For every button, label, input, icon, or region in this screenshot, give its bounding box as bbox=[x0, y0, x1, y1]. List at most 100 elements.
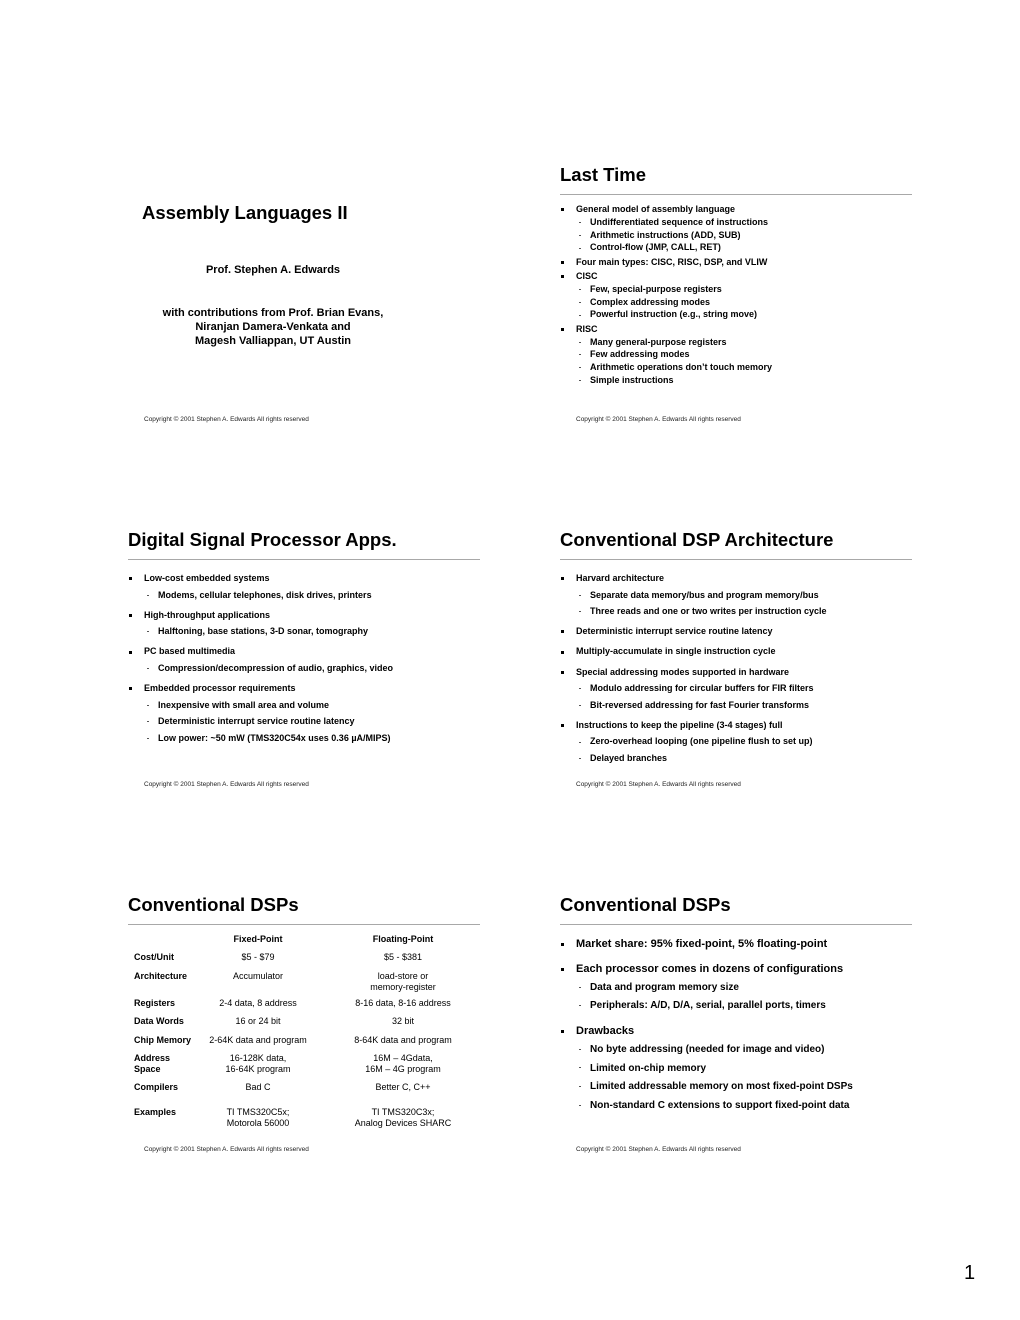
table-header: Fixed-Point bbox=[233, 934, 283, 944]
divider bbox=[128, 559, 480, 560]
dash-bullet-icon bbox=[579, 736, 581, 746]
table-cell: 2-64K data and program bbox=[209, 1035, 307, 1045]
bullet-text: Four main types: CISC, RISC, DSP, and VL… bbox=[576, 256, 768, 267]
table-cell: load-store or memory-register bbox=[370, 971, 436, 992]
sub-bullet-item: Separate data memory/bus and program mem… bbox=[579, 590, 819, 600]
table-cell: Better C, C++ bbox=[375, 1082, 431, 1092]
square-bullet-icon bbox=[561, 626, 564, 636]
bullet-text: Deterministic interrupt service routine … bbox=[576, 626, 773, 637]
row-label: Examples bbox=[134, 1107, 177, 1117]
square-bullet-icon bbox=[561, 271, 564, 281]
dash-bullet-icon bbox=[579, 1081, 581, 1092]
dash-bullet-icon bbox=[579, 700, 581, 710]
sub-bullet-text: Low power: ~50 mW (TMS320C54x uses 0.36 … bbox=[158, 732, 391, 743]
row-label: Registers bbox=[134, 998, 176, 1008]
table-cell: 32 bit bbox=[391, 1016, 415, 1026]
sub-bullet-text: Complex addressing modes bbox=[590, 296, 711, 307]
dash-bullet-icon bbox=[579, 1063, 581, 1074]
copyright: Copyright © 2001 Stephen A. Edwards All … bbox=[144, 781, 309, 788]
table-cell: Bad C bbox=[245, 1082, 271, 1092]
dash-bullet-icon bbox=[147, 626, 149, 636]
table-cell: 16-128K data, 16-64K program bbox=[225, 1053, 291, 1074]
sub-bullet-text: Modems, cellular telephones, disk drives… bbox=[158, 589, 372, 600]
dash-bullet-icon bbox=[579, 1044, 581, 1055]
bullet-item: Special addressing modes supported in ha… bbox=[561, 666, 790, 677]
slide-heading: Conventional DSPs bbox=[128, 894, 299, 915]
dash-bullet-icon bbox=[579, 337, 581, 347]
row-label: Architecture bbox=[134, 971, 188, 981]
table-cell: $5 - $79 bbox=[241, 952, 275, 962]
sub-bullet-item: Data and program memory size bbox=[579, 982, 739, 993]
bullet-item: Drawbacks bbox=[561, 1025, 635, 1038]
sub-bullet-item: Modulo addressing for circular buffers f… bbox=[579, 683, 814, 694]
sub-bullet-item: Delayed branches bbox=[579, 753, 667, 763]
sub-bullet-text: Non-standard C extensions to support fix… bbox=[590, 1099, 850, 1111]
sub-bullet-text: Zero-overhead looping (one pipeline flus… bbox=[590, 736, 813, 747]
square-bullet-icon bbox=[561, 573, 564, 583]
sub-bullet-item: Zero-overhead looping (one pipeline flus… bbox=[579, 736, 813, 747]
sub-bullet-item: Modems, cellular telephones, disk drives… bbox=[147, 589, 372, 600]
square-bullet-icon bbox=[561, 938, 564, 950]
row-label: Address Space bbox=[134, 1053, 171, 1074]
sub-bullet-text: Limited on-chip memory bbox=[590, 1062, 707, 1074]
bullet-item: PC based multimedia bbox=[129, 646, 235, 656]
sub-bullet-item: Many general-purpose registers bbox=[579, 337, 727, 347]
table-cell: 2-4 data, 8 address bbox=[219, 998, 297, 1008]
bullet-text: Each processor comes in dozens of config… bbox=[576, 963, 844, 976]
sub-bullet-text: Few addressing modes bbox=[590, 349, 690, 360]
sub-bullet-item: Bit-reversed addressing for fast Fourier… bbox=[579, 700, 809, 710]
sub-bullet-text: Few, special-purpose registers bbox=[590, 283, 722, 294]
sub-bullet-text: Modulo addressing for circular buffers f… bbox=[590, 683, 814, 694]
dash-bullet-icon bbox=[579, 242, 581, 252]
bullet-text: Low-cost embedded systems bbox=[144, 573, 270, 583]
slide-heading: Conventional DSP Architecture bbox=[560, 529, 834, 550]
square-bullet-icon bbox=[561, 667, 564, 677]
copyright: Copyright © 2001 Stephen A. Edwards All … bbox=[576, 781, 741, 788]
sub-bullet-item: Few, special-purpose registers bbox=[579, 283, 722, 294]
table-cell: Accumulator bbox=[232, 971, 284, 981]
sub-bullet-text: Control-flow (JMP, CALL, RET) bbox=[590, 242, 721, 253]
sub-bullet-text: Undifferentiated sequence of instruction… bbox=[590, 216, 769, 227]
bullet-item: Four main types: CISC, RISC, DSP, and VL… bbox=[561, 256, 768, 267]
dash-bullet-icon bbox=[579, 349, 581, 359]
row-label: Cost/Unit bbox=[134, 952, 174, 962]
contributor-line: with contributions from Prof. Brian Evan… bbox=[162, 307, 384, 319]
dash-bullet-icon bbox=[579, 217, 581, 227]
sub-bullet-item: Limited addressable memory on most fixed… bbox=[579, 1081, 853, 1093]
dash-bullet-icon bbox=[579, 982, 581, 993]
bullet-item: Each processor comes in dozens of config… bbox=[561, 963, 844, 976]
bullet-item: Deterministic interrupt service routine … bbox=[561, 626, 773, 637]
bullet-item: Multiply-accumulate in single instructio… bbox=[561, 646, 776, 656]
bullet-text: Special addressing modes supported in ha… bbox=[576, 666, 790, 677]
dash-bullet-icon bbox=[147, 663, 149, 673]
bullet-item: High-throughput applications bbox=[129, 610, 270, 620]
table-cell: 16 or 24 bit bbox=[235, 1016, 281, 1026]
dash-bullet-icon bbox=[579, 683, 581, 693]
sub-bullet-item: Non-standard C extensions to support fix… bbox=[579, 1099, 850, 1111]
sub-bullet-text: Limited addressable memory on most fixed… bbox=[590, 1081, 853, 1093]
bullet-text: Drawbacks bbox=[576, 1025, 635, 1038]
square-bullet-icon bbox=[129, 683, 132, 693]
sub-bullet-text: Powerful instruction (e.g., string move) bbox=[590, 309, 758, 320]
sub-bullet-item: Arithmetic operations don’t touch memory bbox=[579, 362, 773, 373]
bullet-item: RISC bbox=[561, 324, 598, 334]
dash-bullet-icon bbox=[579, 1100, 581, 1111]
dash-bullet-icon bbox=[147, 716, 149, 726]
table-cell: 8-16 data, 8-16 address bbox=[355, 998, 451, 1008]
sub-bullet-text: Compression/decompression of audio, grap… bbox=[158, 663, 394, 673]
sub-bullet-text: Halftoning, base stations, 3-D sonar, to… bbox=[158, 626, 369, 637]
sub-bullet-item: No byte addressing (needed for image and… bbox=[579, 1044, 825, 1055]
slide-heading: Digital Signal Processor Apps. bbox=[128, 529, 397, 550]
square-bullet-icon bbox=[129, 573, 132, 583]
sub-bullet-item: Powerful instruction (e.g., string move) bbox=[579, 309, 758, 320]
sub-bullet-item: Few addressing modes bbox=[579, 349, 690, 360]
sub-bullet-item: Simple instructions bbox=[579, 375, 674, 385]
square-bullet-icon bbox=[561, 646, 564, 656]
slide-heading: Conventional DSPs bbox=[560, 894, 731, 915]
sub-bullet-text: Arithmetic operations don’t touch memory bbox=[590, 362, 773, 373]
sub-bullet-item: Undifferentiated sequence of instruction… bbox=[579, 216, 769, 227]
author-name: Prof. Stephen A. Edwards bbox=[205, 264, 341, 276]
sub-bullet-text: Arithmetic instructions (ADD, SUB) bbox=[590, 229, 741, 240]
divider bbox=[560, 194, 912, 195]
row-label: Compilers bbox=[134, 1082, 179, 1092]
